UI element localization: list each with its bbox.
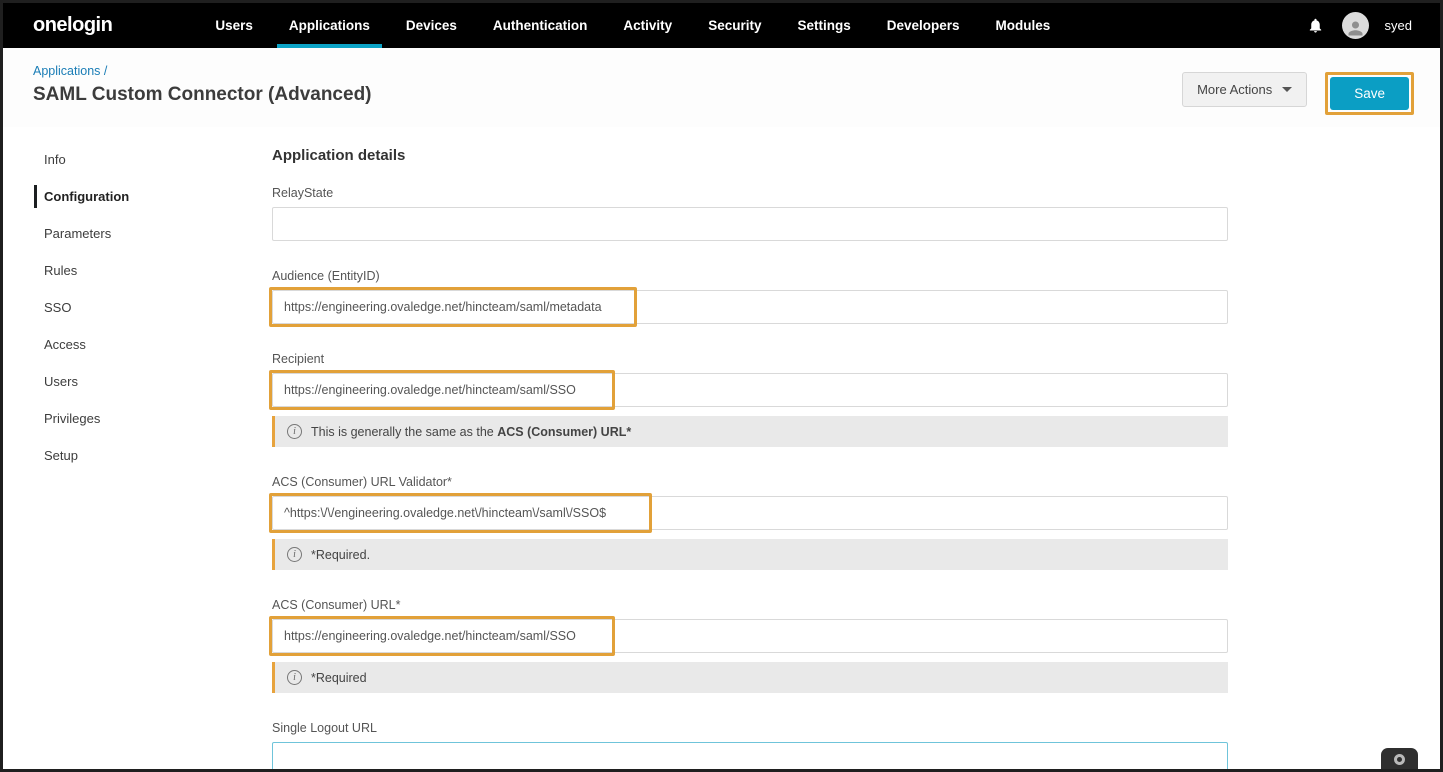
note-text: This is generally the same as the ACS (C… [311,425,631,439]
page-header: Applications / SAML Custom Connector (Ad… [3,48,1440,127]
content-area: Info Configuration Parameters Rules SSO … [3,127,1440,772]
field-relaystate: RelayState [272,186,1228,241]
header-actions: More Actions Save [1182,62,1414,115]
onelogin-admin-screen: onelogin Users Applications Devices Auth… [0,0,1443,772]
field-label: ACS (Consumer) URL* [272,598,1228,612]
info-note: i *Required. [272,539,1228,570]
notifications-bell-icon[interactable] [1306,16,1326,36]
nav-right-controls: syed [1306,3,1440,48]
single-logout-url-input[interactable] [272,742,1228,772]
audience-entityid-input[interactable] [272,290,1228,324]
sidebar-item-access[interactable]: Access [3,326,242,363]
page-title: SAML Custom Connector (Advanced) [33,84,372,106]
info-note: i *Required [272,662,1228,693]
note-text: *Required [311,671,367,685]
nav-menu: Users Applications Devices Authenticatio… [197,3,1305,48]
nav-item-security[interactable]: Security [690,3,779,48]
nav-item-settings[interactable]: Settings [779,3,868,48]
user-avatar[interactable] [1342,12,1369,39]
field-label: Single Logout URL [272,721,1228,735]
nav-item-applications[interactable]: Applications [271,3,388,48]
info-icon: i [287,547,302,562]
top-navigation: onelogin Users Applications Devices Auth… [3,3,1440,48]
breadcrumb[interactable]: Applications / [33,64,107,78]
sidebar-item-sso[interactable]: SSO [3,289,242,326]
section-title: Application details [272,147,1228,164]
sidebar-item-privileges[interactable]: Privileges [3,400,242,437]
sidebar-item-info[interactable]: Info [3,141,242,178]
nav-item-users[interactable]: Users [197,3,271,48]
field-label: Recipient [272,352,1228,366]
more-actions-label: More Actions [1197,82,1272,97]
field-label: Audience (EntityID) [272,269,1228,283]
sidebar-item-parameters[interactable]: Parameters [3,215,242,252]
chat-widget-icon[interactable] [1381,748,1418,769]
sidebar-item-rules[interactable]: Rules [3,252,242,289]
more-actions-button[interactable]: More Actions [1182,72,1307,107]
sidebar-item-users[interactable]: Users [3,363,242,400]
field-acs-url: ACS (Consumer) URL* i *Required [272,598,1228,693]
annotation-highlight-save: Save [1325,72,1414,115]
field-single-logout-url: Single Logout URL [272,721,1228,772]
info-icon: i [287,424,302,439]
nav-item-activity[interactable]: Activity [605,3,690,48]
page-header-titles: Applications / SAML Custom Connector (Ad… [33,62,372,106]
info-icon: i [287,670,302,685]
recipient-input[interactable] [272,373,1228,407]
chevron-down-icon [1282,87,1292,92]
chat-widget-glyph [1394,754,1405,765]
field-label: ACS (Consumer) URL Validator* [272,475,1228,489]
nav-item-developers[interactable]: Developers [869,3,978,48]
acs-url-validator-input[interactable] [272,496,1228,530]
acs-url-input[interactable] [272,619,1228,653]
sidebar-item-setup[interactable]: Setup [3,437,242,474]
nav-item-authentication[interactable]: Authentication [475,3,606,48]
main-panel: Application details RelayState Audience … [242,127,1440,772]
nav-item-modules[interactable]: Modules [978,3,1069,48]
relaystate-input[interactable] [272,207,1228,241]
sidebar-item-configuration[interactable]: Configuration [3,178,242,215]
save-button[interactable]: Save [1330,77,1409,110]
field-label: RelayState [272,186,1228,200]
nav-item-devices[interactable]: Devices [388,3,475,48]
field-acs-url-validator: ACS (Consumer) URL Validator* i *Require… [272,475,1228,570]
username-label[interactable]: syed [1385,18,1412,33]
info-note: i This is generally the same as the ACS … [272,416,1228,447]
field-audience-entityid: Audience (EntityID) [272,269,1228,324]
note-text: *Required. [311,548,370,562]
sidebar: Info Configuration Parameters Rules SSO … [3,127,242,474]
onelogin-logo: onelogin [3,3,142,48]
field-recipient: Recipient i This is generally the same a… [272,352,1228,447]
